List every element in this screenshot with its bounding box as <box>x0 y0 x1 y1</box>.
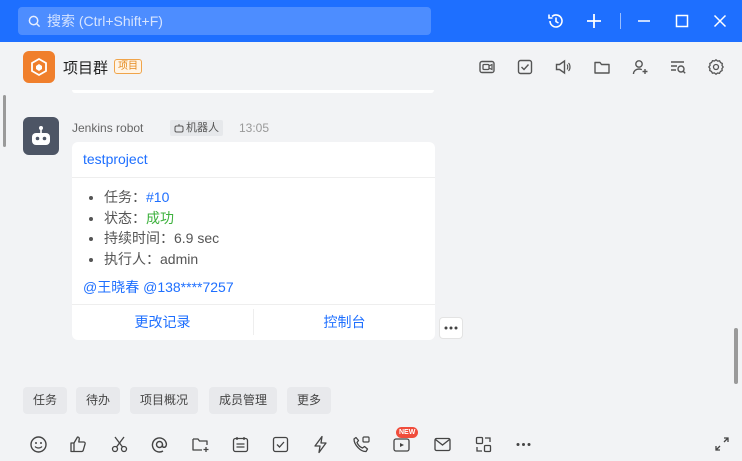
screenshot-frame-icon[interactable] <box>473 434 493 454</box>
checkbox-icon[interactable] <box>270 434 290 454</box>
chat-header: 项目群 项目 <box>0 42 742 92</box>
mention-icon[interactable] <box>149 434 169 454</box>
task-label: 任务： <box>104 189 146 205</box>
lightning-icon[interactable] <box>310 434 330 454</box>
plus-icon[interactable] <box>584 11 604 31</box>
console-button[interactable]: 控制台 <box>254 305 435 340</box>
screen-share-icon[interactable] <box>477 57 497 77</box>
previous-message-edge <box>72 90 434 93</box>
card-title[interactable]: testproject <box>83 151 148 167</box>
executor-text: 执行人：admin <box>104 250 199 267</box>
card-divider <box>72 177 435 178</box>
chip-task[interactable]: 任务 <box>23 387 68 414</box>
search-input[interactable]: 搜索 (Ctrl+Shift+F) <box>18 7 431 35</box>
group-type-badge: 项目 <box>114 59 142 74</box>
sender-name[interactable]: Jenkins robot <box>72 121 143 135</box>
card-details: 任务：#10 状态：成功 持续时间：6.9 sec 执行人：admin <box>104 187 219 269</box>
chip-more[interactable]: 更多 <box>287 387 332 414</box>
group-avatar[interactable] <box>23 51 55 83</box>
message-more-button[interactable] <box>439 317 463 339</box>
list-item: 持续时间：6.9 sec <box>104 228 219 249</box>
robot-small-icon <box>174 124 184 133</box>
settings-icon[interactable] <box>706 57 726 77</box>
mail-icon[interactable] <box>432 434 452 454</box>
task-check-icon[interactable] <box>515 57 535 77</box>
minimize-icon[interactable] <box>634 11 654 31</box>
more-tools-icon[interactable] <box>513 434 533 454</box>
new-badge: NEW <box>396 427 419 438</box>
chat-scrollbar[interactable] <box>734 328 738 384</box>
add-member-icon[interactable] <box>630 57 650 77</box>
announcement-icon[interactable] <box>553 57 573 77</box>
list-item: 任务：#10 <box>104 187 219 208</box>
robot-icon <box>32 126 50 145</box>
folder-icon[interactable] <box>592 57 612 77</box>
phone-call-icon[interactable] <box>351 434 371 454</box>
title-bar: 搜索 (Ctrl+Shift+F) <box>0 0 742 42</box>
expand-icon[interactable] <box>712 434 732 454</box>
duration-text: 持续时间：6.9 sec <box>104 230 220 246</box>
list-item: 状态：成功 <box>104 208 219 229</box>
search-placeholder: 搜索 (Ctrl+Shift+F) <box>47 13 163 29</box>
jenkins-card: testproject 任务：#10 状态：成功 持续时间：6.9 sec 执行… <box>72 142 435 340</box>
chip-member-management[interactable]: 成员管理 <box>209 387 278 414</box>
robot-tag-label: 机器人 <box>186 122 219 134</box>
emoji-icon[interactable] <box>28 434 48 454</box>
more-icon <box>444 326 458 330</box>
scissors-icon[interactable] <box>109 434 129 454</box>
group-name: 项目群 <box>63 60 109 77</box>
message-time: 13:05 <box>239 121 270 135</box>
add-folder-icon[interactable] <box>190 434 210 454</box>
list-item: 执行人：admin <box>104 249 219 270</box>
change-log-button[interactable]: 更改记录 <box>72 305 253 340</box>
search-icon <box>28 15 41 27</box>
sidebar-scrollbar[interactable] <box>3 95 6 147</box>
cube-logo-icon <box>31 57 47 77</box>
status-value: 成功 <box>146 209 174 226</box>
titlebar-separator <box>620 13 621 29</box>
robot-tag: 机器人 <box>170 120 223 136</box>
like-icon[interactable] <box>68 434 88 454</box>
chip-project-overview[interactable]: 项目概况 <box>130 387 199 414</box>
task-link[interactable]: #10 <box>146 189 169 205</box>
search-history-icon[interactable] <box>668 57 688 77</box>
chip-todo[interactable]: 待办 <box>76 387 121 414</box>
robot-avatar[interactable] <box>23 117 59 155</box>
history-icon[interactable] <box>546 11 566 31</box>
mentions[interactable]: @王晓春 @138****7257 <box>83 277 234 297</box>
close-icon[interactable] <box>710 11 730 31</box>
status-label: 状态： <box>104 209 146 226</box>
maximize-icon[interactable] <box>672 11 692 31</box>
calendar-icon[interactable] <box>230 434 250 454</box>
